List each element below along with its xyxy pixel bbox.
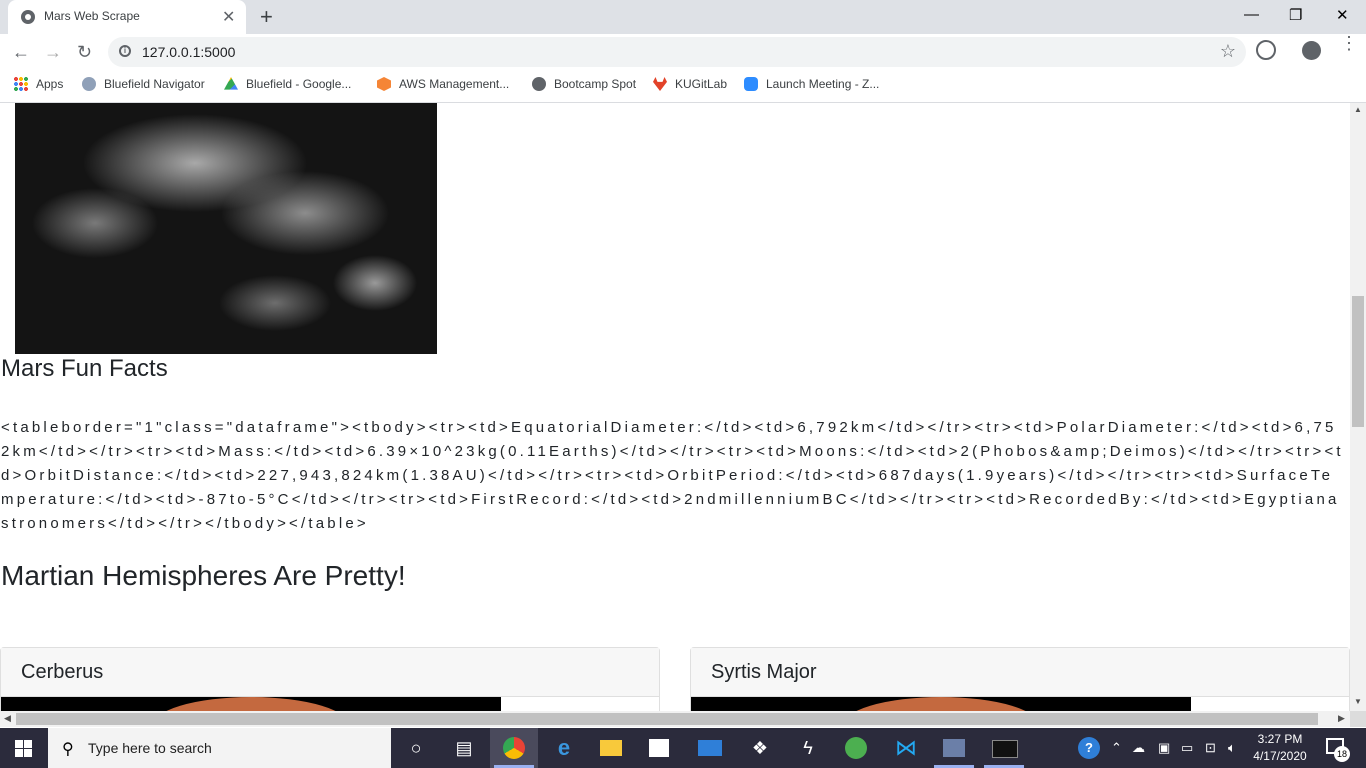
bookmark-star-icon[interactable]: ☆ <box>1220 41 1236 62</box>
slack-like-icon[interactable]: ϟ <box>796 736 820 760</box>
bookmark-label: Bluefield Navigator <box>104 77 205 91</box>
bookmark-apps[interactable]: Apps <box>14 77 63 91</box>
zoom-icon <box>744 77 758 91</box>
bookmark-kugitlab[interactable]: KUGitLab <box>653 77 727 91</box>
windows-start-icon[interactable] <box>15 740 32 757</box>
edge-icon[interactable]: e <box>552 736 576 760</box>
browser-tab[interactable]: Mars Web Scrape ✕ <box>8 0 246 34</box>
cortana-icon[interactable]: ○ <box>404 736 428 760</box>
scrollbar-corner <box>1350 711 1366 727</box>
hemisphere-image <box>691 697 1191 711</box>
hemisphere-card-syrtis-major: Syrtis Major <box>690 647 1350 711</box>
hemisphere-image <box>1 697 501 711</box>
page-content: Mars Fun Facts <tableborder="1"class="da… <box>0 103 1350 711</box>
scroll-left-arrow-icon[interactable]: ◀ <box>4 713 11 724</box>
apps-grid-icon <box>14 77 28 91</box>
address-bar[interactable]: i 127.0.0.1:5000 ☆ <box>108 37 1246 67</box>
bookmark-label: Bootcamp Spot <box>554 77 637 91</box>
info-icon[interactable]: i <box>119 45 131 57</box>
terminal-icon[interactable] <box>992 740 1018 758</box>
bookmarks-bar: Apps Bluefield Navigator Bluefield - Goo… <box>0 70 1366 103</box>
tab-close-icon[interactable]: ✕ <box>222 7 235 27</box>
search-placeholder: Type here to search <box>88 740 212 756</box>
volume-icon[interactable]: 🔈︎ <box>1228 740 1236 756</box>
tray-app-icon[interactable]: ▣ <box>1158 740 1170 756</box>
scroll-right-arrow-icon[interactable]: ▶ <box>1338 713 1345 724</box>
bookmark-label: KUGitLab <box>675 77 728 91</box>
mail-icon[interactable] <box>698 740 722 756</box>
tab-title: Mars Web Scrape <box>44 9 140 23</box>
card-header: Syrtis Major <box>691 648 1349 697</box>
google-drive-icon <box>224 77 238 90</box>
clock-time: 3:27 PM <box>1257 732 1303 746</box>
tab-strip: Mars Web Scrape ✕ + — ❐ ✕ <box>0 0 1366 34</box>
globe-app-icon[interactable] <box>845 737 867 759</box>
notification-count-badge: 18 <box>1334 746 1350 762</box>
bookmark-bluefield-navigator[interactable]: Bluefield Navigator <box>82 77 205 91</box>
new-tab-button[interactable]: + <box>260 4 273 30</box>
url-text[interactable]: 127.0.0.1:5000 <box>142 44 235 60</box>
file-explorer-icon[interactable] <box>600 740 622 756</box>
back-button[interactable]: ← <box>12 42 30 63</box>
navigator-icon <box>82 77 96 91</box>
bookmark-launch-meeting[interactable]: Launch Meeting - Z... <box>744 77 879 91</box>
chrome-icon[interactable] <box>503 737 525 759</box>
card-title: Syrtis Major <box>711 661 817 683</box>
close-window-button[interactable]: ✕ <box>1336 6 1349 24</box>
horizontal-scroll-thumb[interactable] <box>16 713 1318 725</box>
taskbar-search-box[interactable]: ⚲ Type here to search <box>48 728 391 768</box>
help-icon[interactable]: ? <box>1078 737 1100 759</box>
restore-button[interactable]: ❐ <box>1289 6 1302 24</box>
gitlab-icon <box>653 77 667 91</box>
forward-button[interactable]: → <box>44 42 62 63</box>
network-app-icon[interactable] <box>943 739 965 757</box>
card-header: Cerberus <box>1 648 659 697</box>
bookmark-label: Bluefield - Google... <box>246 77 352 91</box>
reload-button[interactable]: ↻ <box>77 42 92 63</box>
bookmark-bootcamp-spot[interactable]: Bootcamp Spot <box>532 77 636 91</box>
globe-icon <box>21 10 35 24</box>
profile-avatar-icon[interactable] <box>1302 41 1321 60</box>
clock-date: 4/17/2020 <box>1253 749 1307 763</box>
vertical-scroll-thumb[interactable] <box>1352 296 1364 427</box>
vertical-scrollbar[interactable]: ▲ ▼ <box>1350 103 1366 711</box>
dropbox-icon[interactable]: ❖ <box>748 736 772 760</box>
windows-taskbar: ⚲ Type here to search ○ ▤ e ❖ ϟ ⋈ ? ⌃ ☁ … <box>0 728 1366 768</box>
mars-facts-heading: Mars Fun Facts <box>1 355 168 382</box>
scroll-up-arrow-icon[interactable]: ▲ <box>1354 105 1362 114</box>
network-icon[interactable]: ⊡ <box>1205 740 1216 756</box>
search-icon: ⚲ <box>62 741 74 758</box>
bookmark-label: Launch Meeting - Z... <box>766 77 880 91</box>
vscode-icon[interactable]: ⋈ <box>894 736 918 760</box>
scroll-down-arrow-icon[interactable]: ▼ <box>1354 697 1362 706</box>
bookmark-bluefield-google[interactable]: Bluefield - Google... <box>224 77 351 91</box>
browser-toolbar: ← → ↻ i 127.0.0.1:5000 ☆ <box>0 34 1366 70</box>
onedrive-icon[interactable]: ☁ <box>1132 740 1145 756</box>
bookmark-aws[interactable]: AWS Management... <box>377 77 509 91</box>
aws-icon <box>377 77 391 91</box>
extension-icon[interactable] <box>1256 40 1276 60</box>
chrome-menu-icon[interactable]: ⋮ <box>1340 34 1358 52</box>
globe-icon <box>532 77 546 91</box>
hemispheres-heading: Martian Hemispheres Are Pretty! <box>1 560 406 591</box>
bookmark-label: AWS Management... <box>399 77 510 91</box>
minimize-button[interactable]: — <box>1244 6 1259 23</box>
store-icon[interactable] <box>649 739 669 757</box>
tray-expand-icon[interactable]: ⌃ <box>1111 740 1122 756</box>
clock[interactable]: 3:27 PM 4/17/2020 <box>1250 731 1310 765</box>
mars-featured-image <box>15 103 437 354</box>
hemisphere-card-cerberus: Cerberus <box>0 647 660 711</box>
card-title: Cerberus <box>21 661 104 683</box>
task-view-icon[interactable]: ▤ <box>452 736 476 760</box>
bookmark-label: Apps <box>36 77 64 91</box>
battery-icon[interactable]: ▭ <box>1181 740 1193 756</box>
mars-facts-raw-table: <tableborder="1"class="dataframe"><tbody… <box>1 419 1344 532</box>
horizontal-scrollbar[interactable]: ◀ ▶ <box>0 711 1350 727</box>
